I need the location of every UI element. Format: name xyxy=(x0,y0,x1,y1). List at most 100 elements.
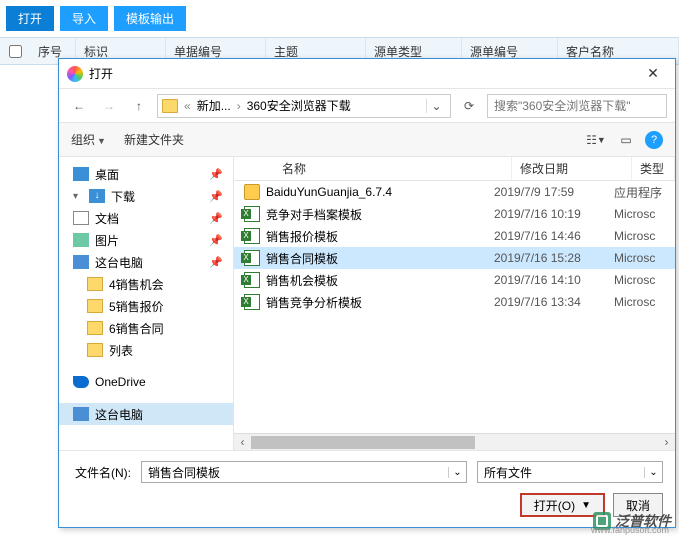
tree-item-label: 5销售报价 xyxy=(109,298,164,315)
file-row[interactable]: 竞争对手档案模板2019/7/16 10:19Microsc xyxy=(234,203,675,225)
view-mode-icon[interactable]: ☷ ▼ xyxy=(581,129,611,151)
file-date: 2019/7/16 13:34 xyxy=(494,295,614,309)
fold-icon xyxy=(87,343,103,357)
nav-back-icon[interactable]: ← xyxy=(67,94,91,118)
file-name: BaiduYunGuanjia_6.7.4 xyxy=(266,185,392,199)
close-icon[interactable]: ✕ xyxy=(639,65,667,82)
xls-file-icon xyxy=(244,272,260,288)
tree-item[interactable]: 5销售报价 xyxy=(59,295,233,317)
file-name: 销售机会模板 xyxy=(266,272,338,289)
file-type: Microsc xyxy=(614,229,675,243)
template-output-button[interactable]: 模板输出 xyxy=(114,6,186,31)
file-open-dialog: 打开 ✕ ← → ↑ « 新加... › 360安全浏览器下载 ⌄ ⟳ 组织▼ … xyxy=(58,58,676,528)
search-input[interactable] xyxy=(487,94,667,118)
one-icon xyxy=(73,376,89,388)
doc-icon xyxy=(73,211,89,225)
fold-icon xyxy=(87,321,103,335)
select-all-checkbox[interactable] xyxy=(9,45,22,58)
file-row[interactable]: BaiduYunGuanjia_6.7.4 2019/7/9 17:59应用程序 xyxy=(234,181,675,203)
open-button[interactable]: 打开 xyxy=(6,6,54,31)
tree-item[interactable]: 这台电脑 xyxy=(59,403,233,425)
tree-item-label: 桌面 xyxy=(95,166,119,183)
new-folder-button[interactable]: 新建文件夹 xyxy=(124,131,184,148)
file-type: Microsc xyxy=(614,251,675,265)
file-row[interactable]: 销售合同模板 2019/7/16 15:28Microsc xyxy=(234,247,675,269)
file-date: 2019/7/9 17:59 xyxy=(494,185,614,199)
col-name[interactable]: 名称 xyxy=(252,157,512,180)
filetype-select[interactable]: 所有文件 ⌄ xyxy=(477,461,663,483)
fold-icon xyxy=(87,299,103,313)
file-type: Microsc xyxy=(614,295,675,309)
tree-item-label: 这台电脑 xyxy=(95,406,143,423)
tree-item[interactable]: 图片 📌 xyxy=(59,229,233,251)
tree-item[interactable]: OneDrive xyxy=(59,371,233,393)
breadcrumb[interactable]: 360安全浏览器下载 xyxy=(247,97,351,114)
file-list-header: 名称 修改日期 类型 xyxy=(234,157,675,181)
file-type: Microsc xyxy=(614,207,675,221)
tree-item-label: 图片 xyxy=(95,232,119,249)
tree-item[interactable]: 这台电脑 📌 xyxy=(59,251,233,273)
preview-pane-icon[interactable]: ▭ xyxy=(611,129,641,151)
open-split-icon[interactable]: ▼ xyxy=(581,500,591,511)
tree-item[interactable]: 6销售合同 xyxy=(59,317,233,339)
command-row: 组织▼ 新建文件夹 ☷ ▼ ▭ ? xyxy=(59,123,675,157)
pin-icon: 📌 xyxy=(209,256,223,269)
refresh-icon[interactable]: ⟳ xyxy=(457,94,481,118)
filename-dropdown-icon[interactable]: ⌄ xyxy=(448,467,466,478)
file-row[interactable]: 销售竞争分析模板 2019/7/16 13:34Microsc xyxy=(234,291,675,313)
col-type[interactable]: 类型 xyxy=(632,157,675,180)
expand-icon[interactable]: ▾ xyxy=(73,191,83,202)
dialog-footer: 文件名(N): 销售合同模板 ⌄ 所有文件 ⌄ 打开(O)▼ 取消 xyxy=(59,450,675,527)
file-list-panel: 名称 修改日期 类型 BaiduYunGuanjia_6.7.4 2019/7/9… xyxy=(234,157,675,450)
xls-file-icon xyxy=(244,228,260,244)
exe-file-icon xyxy=(244,184,260,200)
app-icon xyxy=(67,66,83,82)
scroll-left-icon[interactable]: ‹ xyxy=(234,435,251,449)
file-name: 销售合同模板 xyxy=(266,250,338,267)
main-toolbar: 打开 导入 模板输出 xyxy=(0,0,679,37)
tree-item[interactable]: 列表 xyxy=(59,339,233,361)
file-row[interactable]: 销售机会模板2019/7/16 14:10Microsc xyxy=(234,269,675,291)
horizontal-scrollbar[interactable]: ‹ › xyxy=(234,433,675,450)
file-list[interactable]: BaiduYunGuanjia_6.7.4 2019/7/9 17:59应用程序竞… xyxy=(234,181,675,433)
file-type: 应用程序 xyxy=(614,184,675,201)
file-date: 2019/7/16 14:10 xyxy=(494,273,614,287)
filename-input[interactable]: 销售合同模板 ⌄ xyxy=(141,461,467,483)
tree-item-label: 4销售机会 xyxy=(109,276,164,293)
folder-icon xyxy=(162,99,178,113)
watermark: 泛普软件 www.fanpusoft.com xyxy=(593,511,671,531)
address-dropdown-icon[interactable]: ⌄ xyxy=(426,99,446,113)
organize-menu[interactable]: 组织▼ xyxy=(71,131,106,148)
tree-item[interactable]: ▾ 下载 📌 xyxy=(59,185,233,207)
file-name: 销售竞争分析模板 xyxy=(266,294,362,311)
nav-up-icon[interactable]: ↑ xyxy=(127,94,151,118)
file-row[interactable]: 销售报价模板2019/7/16 14:46Microsc xyxy=(234,225,675,247)
file-date: 2019/7/16 10:19 xyxy=(494,207,614,221)
folder-tree[interactable]: 桌面 📌 ▾ 下载 📌 文档📌 图片 📌 这台电脑 📌 4销售机会 5销售报价 6销售合同列表 OneDr… xyxy=(59,157,234,450)
nav-forward-icon[interactable]: → xyxy=(97,94,121,118)
xls-file-icon xyxy=(244,294,260,310)
tree-item-label: OneDrive xyxy=(95,375,146,389)
pin-icon: 📌 xyxy=(209,190,223,203)
pin-icon: 📌 xyxy=(209,234,223,247)
tree-item[interactable]: 文档📌 xyxy=(59,207,233,229)
address-bar[interactable]: « 新加... › 360安全浏览器下载 ⌄ xyxy=(157,94,451,118)
scroll-right-icon[interactable]: › xyxy=(658,435,675,449)
tree-item[interactable]: 桌面 📌 xyxy=(59,163,233,185)
scroll-thumb[interactable] xyxy=(251,436,475,449)
file-date: 2019/7/16 14:46 xyxy=(494,229,614,243)
fold-icon xyxy=(87,277,103,291)
breadcrumb[interactable]: 新加... xyxy=(197,97,231,114)
tree-item[interactable]: 4销售机会 xyxy=(59,273,233,295)
help-icon[interactable]: ? xyxy=(645,131,663,149)
col-date[interactable]: 修改日期 xyxy=(512,157,632,180)
pin-icon: 📌 xyxy=(209,168,223,181)
filetype-dropdown-icon[interactable]: ⌄ xyxy=(644,467,662,478)
file-date: 2019/7/16 15:28 xyxy=(494,251,614,265)
import-button[interactable]: 导入 xyxy=(60,6,108,31)
nav-row: ← → ↑ « 新加... › 360安全浏览器下载 ⌄ ⟳ xyxy=(59,89,675,123)
tree-item-label: 列表 xyxy=(109,342,133,359)
down-icon xyxy=(89,189,105,203)
tree-item-label: 下载 xyxy=(111,188,135,205)
tree-item-label: 这台电脑 xyxy=(95,254,143,271)
